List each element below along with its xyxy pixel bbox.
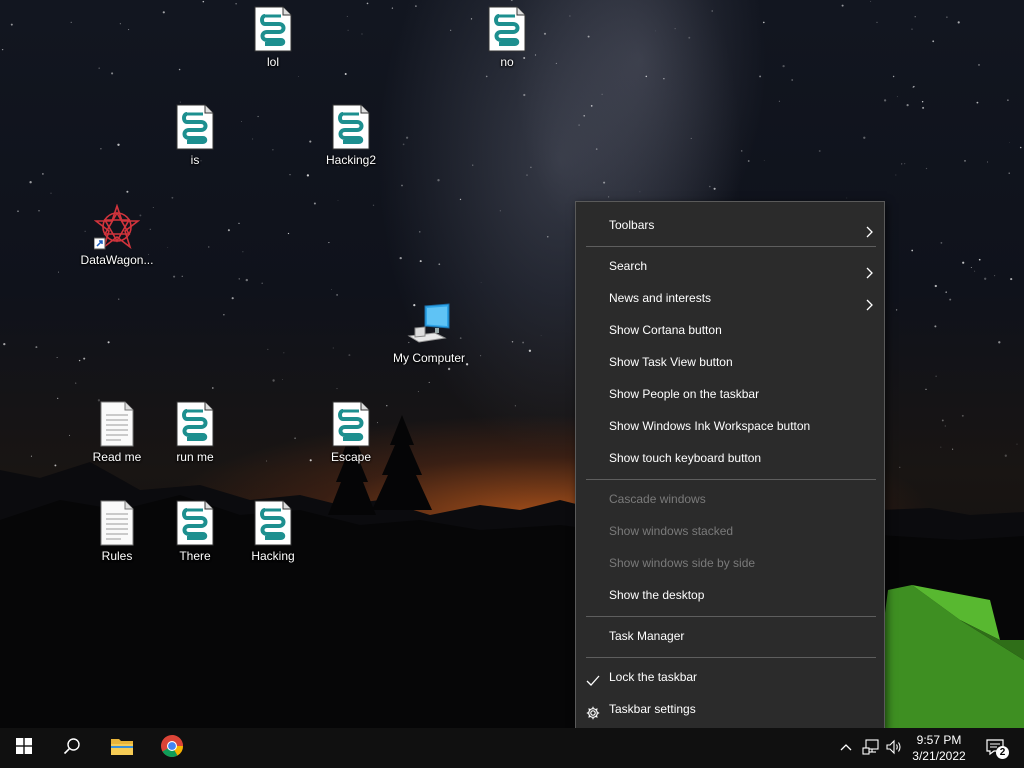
datawagon-shortcut-icon	[79, 204, 155, 250]
script-file-icon	[235, 6, 311, 52]
script-file-icon	[469, 6, 545, 52]
desktop-icon-run-me[interactable]: run me	[157, 401, 233, 464]
text-file-icon	[79, 500, 155, 546]
menu-item-label: Show People on the taskbar	[609, 387, 760, 401]
desktop-icon-lol[interactable]: lol	[235, 6, 311, 69]
desktop-icon-datawagon[interactable]: DataWagon...	[79, 204, 155, 267]
notification-count-badge: 2	[996, 746, 1009, 759]
menu-item-label: Show Windows Ink Workspace button	[609, 419, 811, 433]
action-center-button[interactable]: 2	[976, 728, 1016, 768]
script-file-icon	[157, 500, 233, 546]
menu-item-show-task-view[interactable]: Show Task View button	[576, 347, 884, 377]
menu-item-show-touch-keyboard[interactable]: Show touch keyboard button	[576, 443, 884, 473]
menu-item-label: Show windows stacked	[609, 524, 734, 538]
desktop-icon-label: no	[500, 55, 514, 69]
menu-item-label: Show windows side by side	[609, 556, 756, 570]
gear-icon	[586, 701, 600, 731]
clock-date: 3/21/2022	[912, 749, 966, 763]
network-icon[interactable]	[862, 738, 880, 761]
desktop-icon-is[interactable]: is	[157, 104, 233, 167]
menu-item-search[interactable]: Search	[576, 251, 884, 281]
menu-item-label: Show Task View button	[609, 355, 733, 369]
menu-item-label: Show the desktop	[609, 588, 705, 602]
menu-item-label: Cascade windows	[609, 492, 706, 506]
menu-separator	[586, 246, 876, 247]
start-button[interactable]	[0, 728, 48, 768]
chrome-icon	[160, 734, 184, 763]
script-file-icon	[235, 500, 311, 546]
menu-item-label: Search	[609, 259, 648, 273]
desktop-icon-label: Rules	[101, 549, 133, 563]
chevron-right-icon	[866, 219, 874, 249]
menu-item-show-the-desktop[interactable]: Show the desktop	[576, 580, 884, 610]
menu-item-lock-the-taskbar[interactable]: Lock the taskbar	[576, 662, 884, 692]
taskbar[interactable]: 9:57 PM 3/21/2022 2	[0, 728, 1024, 768]
desktop-icon-hacking[interactable]: Hacking	[235, 500, 311, 563]
desktop-icon-hacking2[interactable]: Hacking2	[313, 104, 389, 167]
menu-item-label: Toolbars	[609, 218, 655, 232]
menu-item-label: Task Manager	[609, 629, 685, 643]
menu-item-cascade-windows: Cascade windows	[576, 484, 884, 514]
desktop-icon-label: My Computer	[392, 351, 466, 365]
folder-icon	[110, 736, 134, 761]
taskbar-chrome[interactable]	[148, 728, 196, 768]
taskbar-context-menu: Toolbars Search News and interests Show …	[575, 201, 885, 732]
menu-item-show-cortana[interactable]: Show Cortana button	[576, 315, 884, 345]
desktop-icon-no[interactable]: no	[469, 6, 545, 69]
menu-item-label: Show touch keyboard button	[609, 451, 762, 465]
desktop-icon-label: There	[179, 549, 211, 563]
menu-item-show-windows-side-by-side: Show windows side by side	[576, 548, 884, 578]
menu-item-task-manager[interactable]: Task Manager	[576, 621, 884, 651]
menu-item-label: Lock the taskbar	[609, 670, 698, 684]
desktop-icon-label: Read me	[92, 450, 142, 464]
script-file-icon	[157, 401, 233, 447]
desktop-icon-my-computer[interactable]: My Computer	[391, 302, 467, 365]
desktop-icon-read-me[interactable]: Read me	[79, 401, 155, 464]
menu-item-show-people[interactable]: Show People on the taskbar	[576, 379, 884, 409]
menu-item-news-and-interests[interactable]: News and interests	[576, 283, 884, 313]
desktop-icon-label: DataWagon...	[80, 253, 154, 267]
menu-item-label: Taskbar settings	[609, 702, 696, 716]
taskbar-file-explorer[interactable]	[98, 728, 146, 768]
system-clock[interactable]: 9:57 PM 3/21/2022	[905, 732, 973, 764]
desktop-icon-label: lol	[266, 55, 279, 69]
search-icon	[63, 737, 81, 760]
desktop-icon-label: Hacking	[251, 549, 295, 563]
search-button[interactable]	[48, 728, 96, 768]
menu-item-taskbar-settings[interactable]: Taskbar settings	[576, 694, 884, 724]
script-file-icon	[313, 104, 389, 150]
desktop-icon-label: Escape	[330, 450, 372, 464]
text-file-icon	[79, 401, 155, 447]
menu-item-toolbars[interactable]: Toolbars	[576, 210, 884, 240]
menu-item-show-ink-workspace[interactable]: Show Windows Ink Workspace button	[576, 411, 884, 441]
menu-item-show-windows-stacked: Show windows stacked	[576, 516, 884, 546]
desktop-icon-rules[interactable]: Rules	[79, 500, 155, 563]
volume-icon[interactable]	[885, 738, 903, 761]
desktop-icon-label: is	[190, 153, 200, 167]
computer-icon	[391, 302, 467, 348]
windows-logo-icon	[16, 737, 32, 759]
script-file-icon	[157, 104, 233, 150]
menu-separator	[586, 479, 876, 480]
desktop-icon-there[interactable]: There	[157, 500, 233, 563]
notification-icon: 2	[985, 738, 1009, 759]
menu-item-label: News and interests	[609, 291, 712, 305]
menu-separator	[586, 616, 876, 617]
clock-time: 9:57 PM	[916, 733, 962, 747]
chevron-up-icon[interactable]	[839, 739, 853, 760]
menu-item-label: Show Cortana button	[609, 323, 722, 337]
desktop-icon-label: run me	[176, 450, 214, 464]
desktop-icon-escape[interactable]: Escape	[313, 401, 389, 464]
desktop-icon-label: Hacking2	[325, 153, 377, 167]
script-file-icon	[313, 401, 389, 447]
menu-separator	[586, 657, 876, 658]
